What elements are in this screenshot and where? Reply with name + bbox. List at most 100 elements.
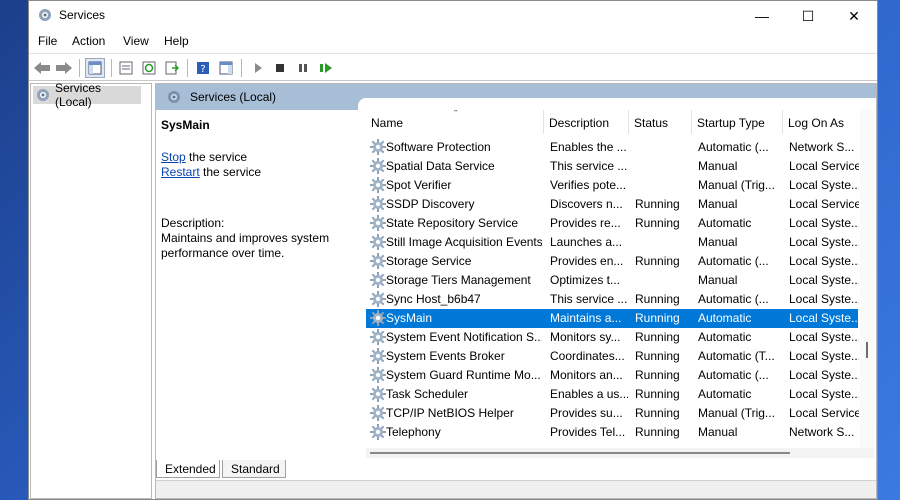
forward-arrow-icon	[56, 62, 72, 74]
forward-button[interactable]	[54, 58, 74, 78]
cell-description: Provides en...	[550, 254, 624, 268]
cell-startup: Manual	[698, 159, 738, 173]
services-window: Services — ☐ ✕ File Action View Help ? S…	[28, 0, 878, 500]
cell-startup: Manual	[698, 425, 738, 439]
table-row[interactable]: System Guard Runtime Mo... Monitors an...…	[366, 366, 859, 385]
show-console-tree-button[interactable]	[85, 58, 105, 78]
cell-logon: Network S...	[789, 140, 855, 154]
service-gear-icon	[370, 158, 386, 174]
cell-description: Coordinates...	[550, 349, 625, 363]
cell-status: Running	[635, 349, 680, 363]
cell-startup: Automatic	[698, 216, 752, 230]
table-row[interactable]: Storage Service Provides en... Running Auto…	[366, 252, 859, 271]
vertical-scrollbar[interactable]	[860, 110, 874, 448]
column-header-startup-type[interactable]: Startup Type	[692, 110, 783, 134]
refresh-icon	[142, 61, 156, 75]
cell-description: This service ...	[550, 159, 628, 173]
minimize-button[interactable]: —	[739, 1, 785, 31]
column-header-description[interactable]: Description	[544, 110, 629, 134]
status-bar	[156, 480, 876, 498]
table-row[interactable]: Storage Tiers Management Optimizes t... Ma…	[366, 271, 859, 290]
cell-logon: Local Syste...	[789, 254, 859, 268]
table-row[interactable]: SysMain Maintains a... Running Automatic Loc…	[366, 309, 859, 328]
cell-logon: Local Syste...	[789, 216, 859, 230]
restart-service-button[interactable]	[316, 58, 336, 78]
table-row[interactable]: Spatial Data Service This service ... Manu…	[366, 157, 859, 176]
table-row[interactable]: Spot Verifier Verifies pote... Manual (Tri…	[366, 176, 859, 195]
table-row[interactable]: TCP/IP NetBIOS Helper Provides su... Runni…	[366, 404, 859, 423]
tree-item-label: Services (Local)	[55, 81, 102, 109]
restart-service-link[interactable]: Restart	[161, 165, 200, 179]
cell-startup: Automatic	[698, 330, 752, 344]
table-row[interactable]: Telephony Provides Tel... Running Manual Net…	[366, 423, 858, 442]
service-gear-icon	[370, 367, 386, 383]
cell-startup: Automatic (...	[698, 140, 769, 154]
services-gear-icon	[35, 87, 51, 103]
cell-status: Running	[635, 387, 680, 401]
stop-suffix: the service	[185, 150, 248, 164]
tree-item-services-local[interactable]: Services (Local)	[33, 81, 141, 109]
horizontal-scroll-thumb[interactable]	[370, 452, 790, 454]
menu-file[interactable]: File	[38, 34, 57, 48]
service-gear-icon	[370, 196, 386, 212]
vertical-scroll-thumb[interactable]	[866, 342, 868, 358]
menu-action[interactable]: Action	[72, 34, 105, 48]
tab-extended[interactable]: Extended	[156, 460, 220, 478]
minimize-icon: —	[755, 8, 769, 24]
pause-icon	[299, 64, 307, 72]
cell-name: System Event Notification S...	[386, 330, 542, 344]
toolbar-separator	[111, 59, 112, 77]
refresh-button[interactable]	[139, 58, 159, 78]
cell-name: Still Image Acquisition Events	[386, 235, 542, 249]
column-header-name[interactable]: ⌃ Name	[366, 110, 544, 134]
close-button[interactable]: ✕	[831, 1, 877, 31]
cell-name: Storage Service	[386, 254, 472, 268]
show-action-pane-button[interactable]	[216, 58, 236, 78]
properties-button[interactable]	[116, 58, 136, 78]
header-notch	[358, 98, 876, 110]
services-pane: Services (Local) SysMain Stop the servic…	[155, 83, 877, 499]
back-button[interactable]	[32, 58, 52, 78]
help-button[interactable]: ?	[193, 58, 213, 78]
cell-logon: Local Syste...	[789, 292, 859, 306]
menu-view[interactable]: View	[123, 34, 149, 48]
cell-status: Running	[635, 406, 680, 420]
pane-header: Services (Local)	[156, 84, 876, 110]
cell-name: SSDP Discovery	[386, 197, 475, 211]
cell-name: SysMain	[386, 311, 433, 325]
export-list-button[interactable]	[162, 58, 182, 78]
cell-description: Provides Tel...	[550, 425, 626, 439]
service-gear-icon	[370, 329, 386, 345]
maximize-button[interactable]: ☐	[785, 1, 831, 31]
table-row[interactable]: Software Protection Enables the ... Automa…	[366, 138, 858, 157]
cell-status: Running	[635, 330, 680, 344]
cell-description: Monitors sy...	[550, 330, 621, 344]
start-service-button[interactable]	[248, 58, 268, 78]
table-row[interactable]: System Event Notification S... Monitors s…	[366, 328, 859, 347]
service-gear-icon	[370, 139, 386, 155]
menu-help[interactable]: Help	[164, 34, 189, 48]
table-row[interactable]: Sync Host_b6b47 This service ... Running Au…	[366, 290, 859, 309]
services-gear-icon	[166, 89, 182, 105]
help-icon: ?	[197, 62, 209, 75]
cell-status: Running	[635, 197, 680, 211]
table-row[interactable]: SSDP Discovery Discovers n... Running Manua…	[366, 195, 859, 214]
services-list: ⌃ Name Description Status Startup Type L…	[366, 110, 874, 458]
column-header-status[interactable]: Status	[629, 110, 692, 134]
table-row[interactable]: Task Scheduler Enables a us... Running Auto…	[366, 385, 859, 404]
table-row[interactable]: State Repository Service Provides re... Ru…	[366, 214, 859, 233]
cell-logon: Local Syste...	[789, 387, 859, 401]
table-row[interactable]: Still Image Acquisition Events Launches a…	[366, 233, 859, 252]
tab-standard[interactable]: Standard	[222, 460, 286, 478]
services-gear-icon	[37, 7, 53, 23]
pause-service-button[interactable]	[293, 58, 313, 78]
stop-service-button[interactable]	[270, 58, 290, 78]
horizontal-scrollbar[interactable]	[366, 448, 874, 458]
table-row[interactable]: System Events Broker Coordinates... Runnin…	[366, 347, 859, 366]
cell-description: Enables the ...	[550, 140, 627, 154]
cell-name: System Events Broker	[386, 349, 505, 363]
stop-service-link[interactable]: Stop	[161, 150, 186, 164]
cell-status: Running	[635, 311, 680, 325]
cell-logon: Local Syste...	[789, 368, 859, 382]
window-title: Services	[59, 8, 106, 22]
